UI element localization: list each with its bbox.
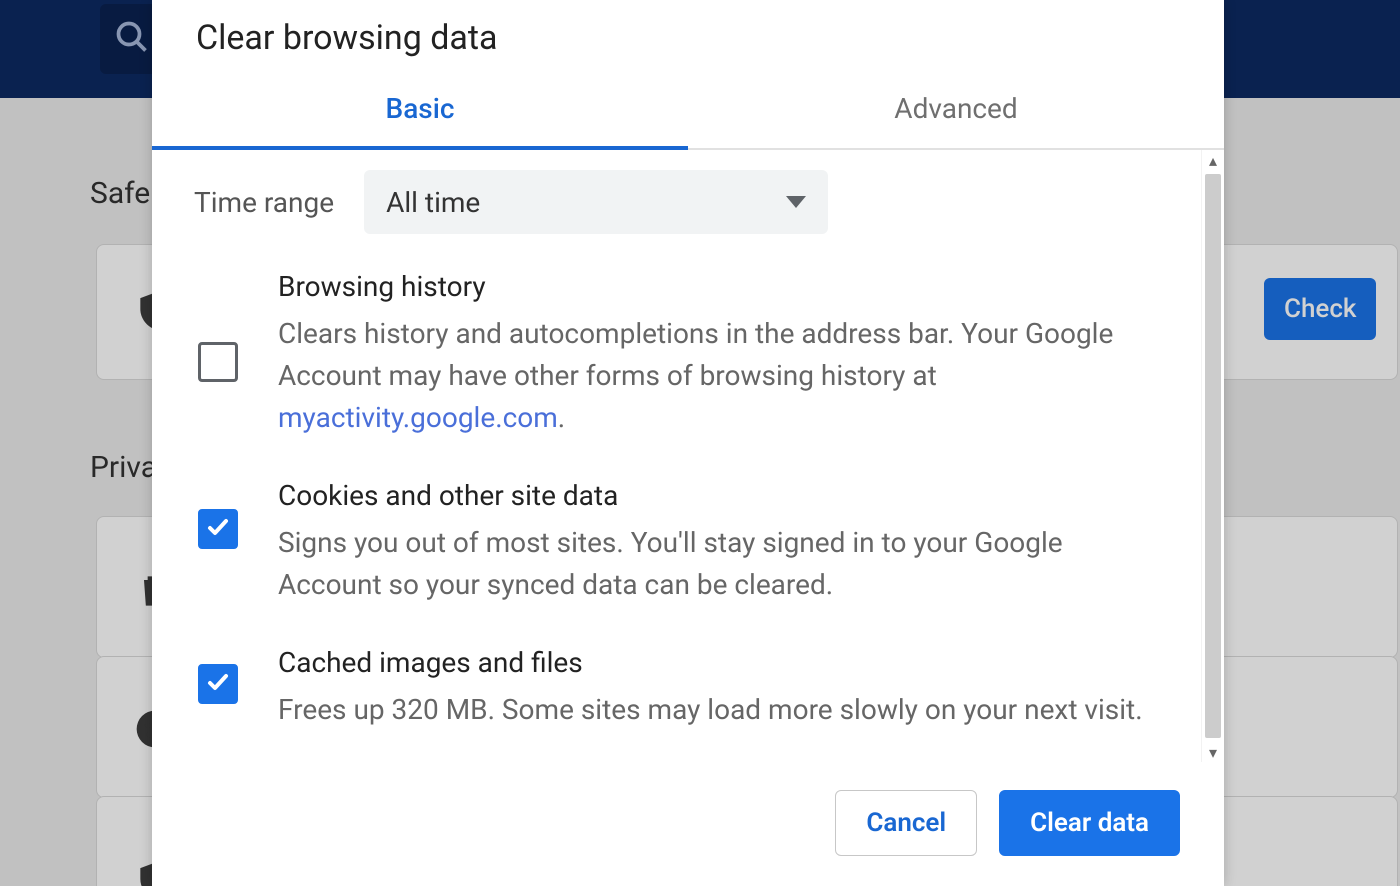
clear-browsing-data-dialog: Clear browsing data Basic Advanced Time … — [152, 0, 1224, 886]
option-description: Frees up 320 MB. Some sites may load mor… — [278, 689, 1159, 731]
checkmark-icon — [206, 670, 230, 698]
dialog-footer: Cancel Clear data — [152, 762, 1224, 886]
option-description: Signs you out of most sites. You'll stay… — [278, 522, 1159, 606]
option-title: Cached images and files — [278, 646, 1159, 679]
option-browsing-history: Browsing history Clears history and auto… — [194, 270, 1159, 439]
tab-advanced[interactable]: Advanced — [688, 68, 1224, 148]
option-title: Cookies and other site data — [278, 479, 1159, 512]
checkbox-cache[interactable] — [198, 664, 238, 704]
time-range-row: Time range All time — [194, 170, 1159, 234]
dialog-title: Clear browsing data — [152, 0, 1224, 68]
time-range-label: Time range — [194, 186, 334, 219]
option-description: Clears history and autocompletions in th… — [278, 313, 1159, 439]
checkmark-icon — [206, 515, 230, 543]
myactivity-link[interactable]: myactivity.google.com — [278, 401, 558, 434]
cancel-button[interactable]: Cancel — [835, 790, 977, 856]
dialog-tabs: Basic Advanced — [152, 68, 1224, 150]
dialog-body: Time range All time Browsing history Cle… — [152, 150, 1201, 762]
clear-data-button[interactable]: Clear data — [999, 790, 1180, 856]
tab-basic[interactable]: Basic — [152, 68, 688, 148]
option-title: Browsing history — [278, 270, 1159, 303]
scroll-up-arrow-icon[interactable]: ▴ — [1202, 150, 1224, 170]
option-cache: Cached images and files Frees up 320 MB.… — [194, 646, 1159, 731]
option-cookies: Cookies and other site data Signs you ou… — [194, 479, 1159, 606]
dialog-scrollbar[interactable]: ▴ ▾ — [1201, 150, 1224, 762]
time-range-value: All time — [386, 186, 480, 219]
time-range-select[interactable]: All time — [364, 170, 828, 234]
checkbox-cookies[interactable] — [198, 509, 238, 549]
chevron-down-icon — [786, 196, 806, 208]
scroll-down-arrow-icon[interactable]: ▾ — [1202, 742, 1224, 762]
checkbox-browsing-history[interactable] — [198, 342, 238, 382]
scroll-thumb[interactable] — [1205, 174, 1221, 738]
